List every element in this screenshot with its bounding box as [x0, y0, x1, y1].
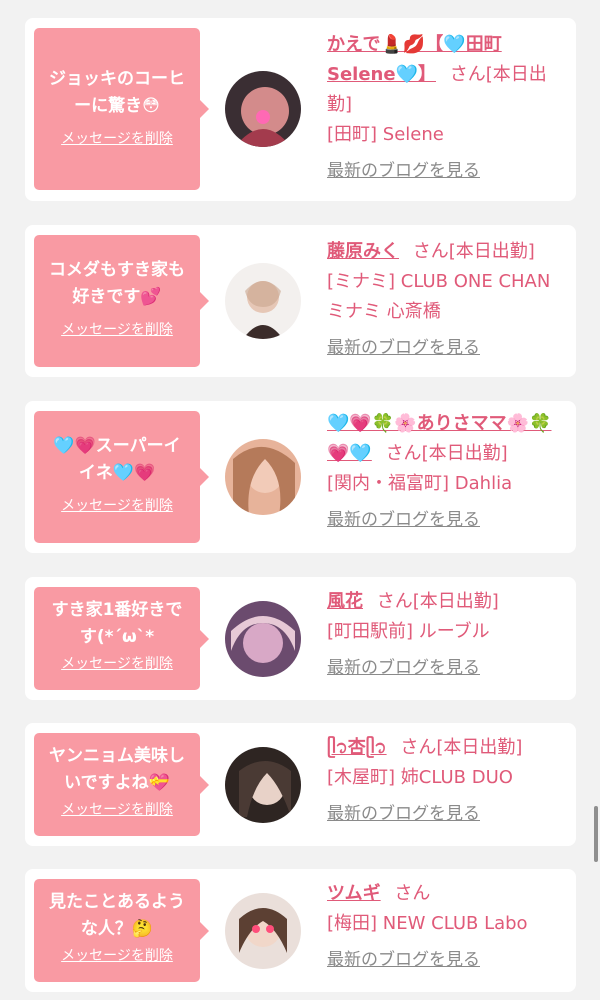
work-status: [本日出勤]: [421, 443, 508, 464]
cast-name-link[interactable]: ツムギ: [327, 883, 381, 904]
avatar-photo-icon: [225, 747, 301, 823]
cast-name-line: ᥫ᭡杏ᥫ᭡ さん[本日出勤]: [327, 733, 567, 763]
latest-blog-link[interactable]: 最新のブログを見る: [327, 945, 480, 975]
delete-message-link[interactable]: メッセージを削除: [61, 128, 173, 148]
message-text: ジョッキのコーヒ ーに驚き😳: [49, 69, 185, 116]
shop-name: [ミナミ] CLUB ONE CHAN ミナミ 心斎橋: [327, 271, 551, 322]
latest-blog-link[interactable]: 最新のブログを見る: [327, 505, 480, 535]
cast-name-line: 風花 さん[本日出勤]: [327, 587, 567, 617]
cast-name-line: かえで💄💋【🩵田町Selene🩵】 さん[本日出勤]: [327, 30, 567, 120]
message-text: ヤンニョム美味し いですよね💝: [49, 746, 185, 793]
shop-name: [梅田] NEW CLUB Labo: [327, 913, 528, 934]
message-text: すき家1番好きで す(*´ω`*: [51, 600, 183, 647]
message-bubble: 見たことあるよう な人？🤔 メッセージを削除: [34, 879, 200, 982]
avatar[interactable]: [225, 601, 301, 677]
avatar-photo-icon: [225, 893, 301, 969]
avatar[interactable]: [225, 747, 301, 823]
message-card: 見たことあるよう な人？🤔 メッセージを削除 ツムギ さん [梅田] NEW C…: [25, 869, 576, 992]
honorific: さん: [400, 737, 437, 758]
delete-message-link[interactable]: メッセージを削除: [61, 945, 173, 965]
delete-message-link[interactable]: メッセージを削除: [61, 653, 173, 673]
work-status: [本日出勤]: [436, 737, 523, 758]
message-text: 🩵💗スーパーイ イネ🩵💗: [53, 436, 181, 483]
message-bubble: すき家1番好きで す(*´ω`* メッセージを削除: [34, 587, 200, 690]
work-status: [本日出勤]: [412, 591, 499, 612]
message-text: 見たことあるよう な人？🤔: [49, 892, 185, 939]
avatar[interactable]: [225, 893, 301, 969]
scrollbar[interactable]: [594, 806, 598, 862]
avatar[interactable]: [225, 263, 301, 339]
cast-info: かえで💄💋【🩵田町Selene🩵】 さん[本日出勤] [田町] Selene 最…: [327, 30, 567, 186]
honorific: さん: [412, 241, 449, 262]
avatar-photo-icon: [225, 71, 301, 147]
message-card: すき家1番好きで す(*´ω`* メッセージを削除 風花 さん[本日出勤] [町…: [25, 577, 576, 700]
message-bubble: ヤンニョム美味し いですよね💝 メッセージを削除: [34, 733, 200, 836]
cast-name-line: 藤原みく さん[本日出勤]: [327, 237, 567, 267]
work-status: [本日出勤]: [448, 241, 535, 262]
message-card: コメダもすき家も 好きです💕 メッセージを削除 藤原みく さん[本日出勤] [ミ…: [25, 225, 576, 377]
message-card: 🩵💗スーパーイ イネ🩵💗 メッセージを削除 🩵💗🍀🌸ありさママ🌸🍀💗🩵 さん[本…: [25, 401, 576, 553]
avatar[interactable]: [225, 71, 301, 147]
latest-blog-link[interactable]: 最新のブログを見る: [327, 156, 480, 186]
cast-name-link[interactable]: ᥫ᭡杏ᥫ᭡: [327, 737, 387, 758]
honorific: さん: [449, 64, 486, 85]
message-bubble: 🩵💗スーパーイ イネ🩵💗 メッセージを削除: [34, 411, 200, 543]
cast-info: 風花 さん[本日出勤] [町田駅前] ルーブル 最新のブログを見る: [327, 587, 567, 683]
message-text: コメダもすき家も 好きです💕: [49, 260, 185, 307]
shop-name: [木屋町] 姉CLUB DUO: [327, 767, 513, 788]
delete-message-link[interactable]: メッセージを削除: [61, 495, 173, 515]
honorific: さん: [385, 443, 422, 464]
cast-info: 藤原みく さん[本日出勤] [ミナミ] CLUB ONE CHAN ミナミ 心斎…: [327, 237, 567, 363]
cast-name-line: 🩵💗🍀🌸ありさママ🌸🍀💗🩵 さん[本日出勤]: [327, 409, 567, 469]
message-bubble: ジョッキのコーヒ ーに驚き😳 メッセージを削除: [34, 28, 200, 190]
cast-name-link[interactable]: 風花: [327, 591, 363, 612]
latest-blog-link[interactable]: 最新のブログを見る: [327, 799, 480, 829]
avatar-photo-icon: [225, 263, 301, 339]
shop-name: [田町] Selene: [327, 124, 444, 145]
cast-info: 🩵💗🍀🌸ありさママ🌸🍀💗🩵 さん[本日出勤] [関内・福富町] Dahlia 最…: [327, 409, 567, 535]
message-card: ヤンニョム美味し いですよね💝 メッセージを削除 ᥫ᭡杏ᥫ᭡ さん[本日出勤] …: [25, 723, 576, 846]
delete-message-link[interactable]: メッセージを削除: [61, 799, 173, 819]
cast-name-link[interactable]: 藤原みく: [327, 241, 399, 262]
shop-name: [関内・福富町] Dahlia: [327, 473, 513, 494]
avatar-photo-icon: [225, 601, 301, 677]
latest-blog-link[interactable]: 最新のブログを見る: [327, 653, 480, 683]
shop-name: [町田駅前] ルーブル: [327, 621, 490, 642]
message-bubble: コメダもすき家も 好きです💕 メッセージを削除: [34, 235, 200, 367]
cast-info: ᥫ᭡杏ᥫ᭡ さん[本日出勤] [木屋町] 姉CLUB DUO 最新のブログを見る: [327, 733, 567, 829]
latest-blog-link[interactable]: 最新のブログを見る: [327, 333, 480, 363]
avatar[interactable]: [225, 439, 301, 515]
message-card: ジョッキのコーヒ ーに驚き😳 メッセージを削除 かえで💄💋【🩵田町Selene🩵…: [25, 18, 576, 201]
avatar-photo-icon: [225, 439, 301, 515]
honorific: さん: [376, 591, 413, 612]
cast-name-line: ツムギ さん: [327, 879, 567, 909]
delete-message-link[interactable]: メッセージを削除: [61, 319, 173, 339]
cast-info: ツムギ さん [梅田] NEW CLUB Labo 最新のブログを見る: [327, 879, 567, 975]
honorific: さん: [394, 883, 431, 904]
